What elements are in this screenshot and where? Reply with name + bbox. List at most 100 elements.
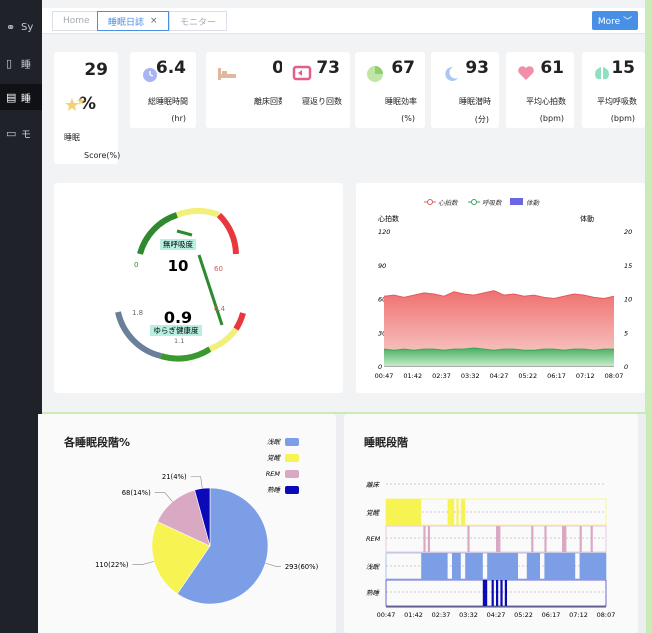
stars-icon — [65, 97, 85, 111]
close-icon[interactable]: × — [150, 16, 158, 26]
stage-segment — [544, 553, 576, 579]
x-tick: 03:32 — [461, 372, 480, 380]
x-tick: 08:07 — [605, 372, 624, 380]
tab-home[interactable]: Home — [52, 11, 101, 31]
sidebar-item-sensor[interactable]: ⚭ Sy — [0, 14, 42, 40]
pie-label: 293(60%) — [285, 563, 319, 571]
turnover-icon — [292, 65, 312, 81]
tab-monitor[interactable]: モニター — [169, 11, 228, 31]
stages-card: 睡眠段階 離床 覚醒 REM 浅眠 熟睡 00:47 01:42 02:37 03:32 04:2… — [344, 414, 638, 633]
right-tick: 5 — [624, 329, 628, 337]
stage-segment — [423, 526, 426, 552]
pie-icon — [367, 66, 383, 82]
dashboard-bottom: 各睡眠段階% 21(4%) 68(14%) 110(22%) 293(60%) 浅眠 覚醒… — [38, 414, 646, 633]
stages-x-tick: 03:32 — [459, 611, 478, 619]
stage-segment — [421, 553, 448, 579]
right-axis-title: 体動 — [580, 214, 594, 223]
dashboard-top: Home 睡眠日誌 × モニター More ﹀ 29 % 睡眠 Score(%) … — [42, 0, 645, 412]
stage-pct-card: 各睡眠段階% 21(4%) 68(14%) 110(22%) 293(60%) 浅眠 覚醒… — [38, 414, 336, 633]
apnea-min-tick: 0 — [134, 261, 138, 269]
left-tick: 90 — [378, 262, 386, 270]
stages-x-tick: 01:42 — [404, 611, 423, 619]
stat-card-turnover: 73 寝返り回数 — [282, 52, 350, 128]
stage-segment — [456, 499, 459, 525]
fluct-label: ゆらぎ健康度 — [154, 325, 199, 335]
left-tick: 0 — [378, 363, 382, 371]
stage-segment — [386, 499, 422, 525]
apnea-label: 無呼吸度 — [163, 239, 193, 249]
pie-leader — [265, 562, 281, 567]
stages-x-tick: 06:17 — [542, 611, 561, 619]
apnea-value: 10 — [168, 257, 189, 275]
x-tick: 02:37 — [432, 372, 451, 380]
pie-leader — [190, 476, 203, 489]
gauge-chart: 無呼吸度 10 0 60 0.9 ゆらぎ健康度 1.8 0.4 1.1 — [115, 207, 246, 362]
left-axis-title: 心拍数 — [378, 214, 399, 223]
vitals-chart-card: 心拍数 呼吸数 体動 心拍数 体動 120 20 90 15 60 10 30 5 0 0 00:4… — [356, 183, 645, 393]
pie-leader — [154, 492, 173, 502]
stat-card-efficiency: 67 睡眠効率 (%) — [355, 52, 425, 128]
tab-sleep-diary[interactable]: 睡眠日誌 × — [97, 11, 169, 31]
stage-segment — [496, 580, 499, 606]
pie-legend-label: 熟睡 — [267, 486, 282, 494]
stage-segment — [460, 499, 466, 525]
pie-legend-swatch — [285, 486, 299, 494]
stage-row-label: 覚醒 — [366, 509, 381, 517]
fluct-mid-tick: 1.1 — [174, 337, 184, 345]
more-button[interactable]: More ﹀ — [592, 11, 638, 30]
stages-x-tick: 00:47 — [377, 611, 396, 619]
document-icon: ▯ — [6, 56, 13, 70]
stage-segment — [452, 553, 461, 579]
stage-row-label: 浅眠 — [366, 563, 381, 571]
stage-row-label: 離床 — [366, 481, 381, 489]
pie-legend-label: 浅眠 — [267, 438, 282, 446]
stages-x-tick: 07:12 — [569, 611, 588, 619]
stage-segment — [467, 526, 470, 552]
x-tick: 04:27 — [490, 372, 509, 380]
stat-card-score: 29 % 睡眠 Score(%) — [54, 52, 120, 164]
bed-icon — [218, 68, 236, 80]
stage-segment — [447, 499, 455, 525]
stage-segment — [496, 526, 501, 552]
pie-legend-swatch — [285, 470, 299, 478]
stat-card-resp-rate: 15 平均呼吸数 (bpm) — [582, 52, 645, 128]
lungs-icon — [595, 67, 609, 80]
stage-pie-chart: 21(4%) 68(14%) 110(22%) 293(60%) 浅眠覚醒 REM 熟睡 — [95, 438, 319, 605]
pie-legend-label: 覚醒 — [267, 454, 282, 462]
pie-label: 68(14%) — [122, 489, 151, 497]
stage-segment — [579, 553, 606, 579]
stage-row-label: REM — [366, 535, 381, 543]
x-tick: 06:17 — [547, 372, 566, 380]
stat-card-latency: 93 睡眠潜時 (分) — [431, 52, 499, 128]
legend-resp: 呼吸数 — [482, 199, 503, 207]
report-icon: ▤ — [6, 90, 17, 104]
monitor-icon: ▭ — [6, 126, 17, 140]
stage-segment — [544, 526, 547, 552]
fluct-low-tick: 1.8 — [132, 309, 143, 317]
stat-card-total-sleep: 6.4 総睡眠時間 (hr) — [130, 52, 196, 128]
sidebar-item-diary[interactable]: ▯ 睡 — [0, 50, 42, 76]
pie-leader — [132, 561, 155, 565]
vitals-chart: 心拍数 呼吸数 体動 心拍数 体動 120 2090 1560 1030 50 000:4… — [375, 198, 632, 380]
heart-icon — [518, 66, 534, 80]
stages-x-tick: 04:27 — [487, 611, 506, 619]
legend-heart: 心拍数 — [438, 199, 459, 207]
stages-x-tick: 05:22 — [514, 611, 533, 619]
stage-segment — [487, 553, 518, 579]
stage-segment — [590, 526, 593, 552]
stage-segment — [526, 553, 540, 579]
sidebar-item-monitor[interactable]: ▭ モ — [0, 120, 42, 146]
stage-segment — [531, 526, 534, 552]
x-tick: 00:47 — [375, 372, 394, 380]
moon-icon — [445, 66, 458, 81]
apnea-max-tick: 60 — [214, 265, 223, 273]
x-tick: 05:22 — [518, 372, 537, 380]
sidebar: ⚭ Sy ▯ 睡 ▤ 睡 ▭ モ — [0, 0, 42, 633]
x-tick: 01:42 — [403, 372, 422, 380]
stages-x-tick: 02:37 — [432, 611, 451, 619]
pie-label: 21(4%) — [162, 473, 187, 481]
sidebar-item-report[interactable]: ▤ 睡 — [0, 84, 42, 110]
stat-card-out-of-bed: 0 離床回数 — [206, 52, 294, 128]
pie-label: 110(22%) — [95, 561, 129, 569]
pie-legend-label: REM — [266, 470, 281, 478]
